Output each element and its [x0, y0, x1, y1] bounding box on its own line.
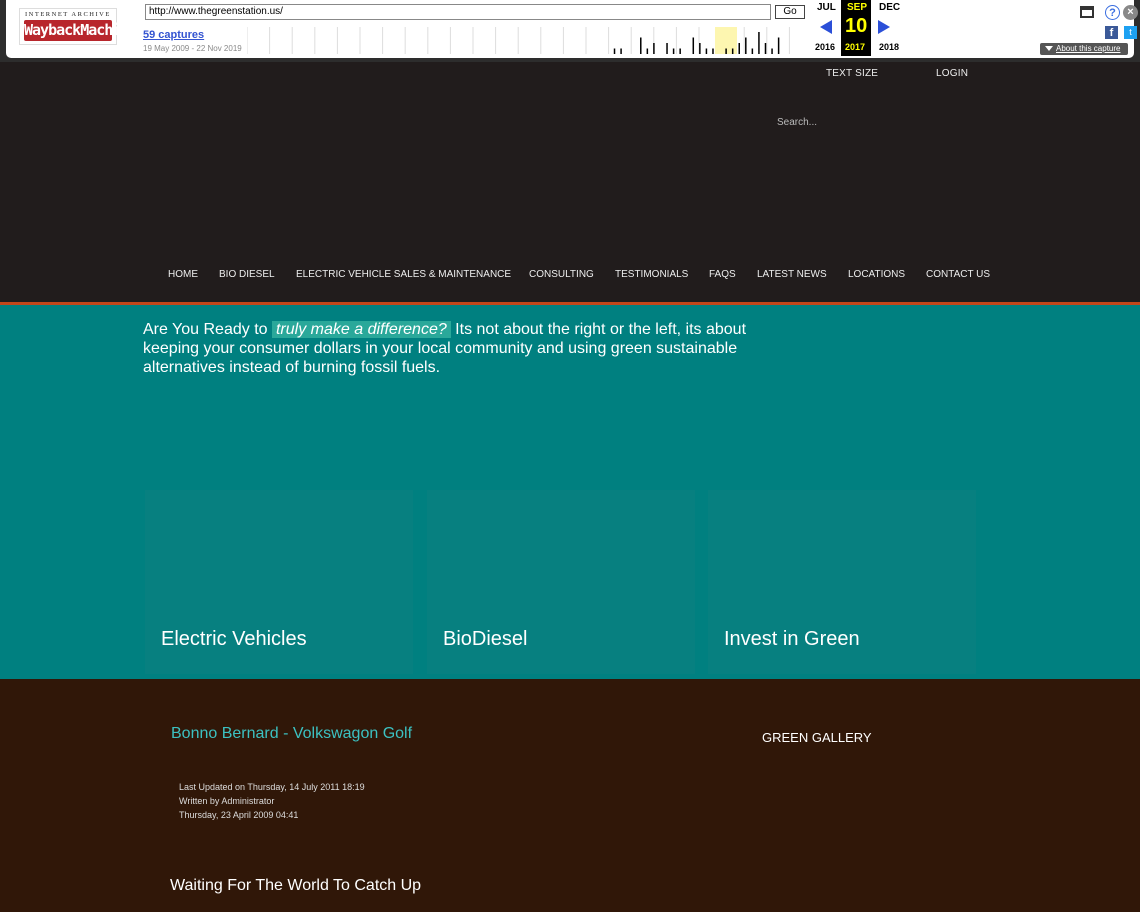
nav-item-testimonials[interactable]: TESTIMONIALS — [615, 269, 688, 280]
about-capture-button[interactable]: About this capture — [1040, 43, 1128, 55]
sparkline-bar — [672, 48, 675, 54]
hero-section: Are You Ready to truly make a difference… — [0, 305, 1140, 679]
sparkline-bar — [705, 48, 708, 54]
go-button[interactable]: Go — [775, 5, 805, 19]
nav-item-home[interactable]: HOME — [168, 269, 198, 280]
nav-item-latest-news[interactable]: LATEST NEWS — [757, 269, 827, 280]
panel-title: BioDiesel — [443, 628, 528, 650]
capture-sparkline[interactable] — [247, 27, 791, 54]
nav-item-bio-diesel[interactable]: BIO DIESEL — [219, 269, 275, 280]
sparkline-bar — [666, 43, 668, 54]
article-title-link[interactable]: Bonno Bernard - Volkswagon Golf — [171, 725, 412, 743]
wayback-logo[interactable]: INTERNET ARCHIVE WaybackMachine — [19, 8, 137, 45]
sparkline-bar — [613, 48, 616, 54]
sparkline-bar — [751, 48, 754, 54]
text-size-link[interactable]: TEXT SIZE — [826, 68, 878, 79]
url-input[interactable]: http://www.thegreenstation.us/ — [145, 4, 771, 20]
panel-invest-in-green[interactable]: Invest in Green — [708, 490, 976, 674]
nav-item-contact-us[interactable]: CONTACT US — [926, 269, 990, 280]
next-month-label[interactable]: DEC — [879, 2, 900, 13]
content-section: Bonno Bernard - Volkswagon Golf Last Upd… — [0, 679, 1140, 912]
current-day: 10 — [845, 15, 868, 37]
sparkline-bar — [699, 43, 701, 54]
green-gallery-heading: GREEN GALLERY — [762, 730, 872, 745]
intro-lead: Are You Ready to — [143, 321, 272, 338]
sparkline-bar — [620, 48, 622, 54]
last-updated-text: Last Updated on Thursday, 14 July 2011 1… — [179, 782, 365, 792]
sparkline-bar — [640, 37, 642, 54]
author-text: Written by Administrator — [179, 796, 275, 806]
nav-item-consulting[interactable]: CONSULTING — [529, 269, 594, 280]
nav-item-locations[interactable]: LOCATIONS — [848, 269, 905, 280]
month-navigator: JUL SEP DEC 10 2016 2017 2018 — [809, 0, 909, 56]
nav-item-ev-sales[interactable]: ELECTRIC VEHICLE SALES & MAINTENANCE — [296, 269, 511, 280]
sparkline-bar — [758, 32, 760, 54]
intro-text: Are You Ready to truly make a difference… — [143, 320, 763, 377]
current-month-label: SEP — [847, 2, 868, 13]
sparkline-bar — [764, 43, 767, 54]
dropdown-triangle-icon — [1045, 46, 1053, 51]
next-capture-arrow-icon[interactable] — [878, 20, 890, 34]
wayback-toolbar-panel: INTERNET ARCHIVE WaybackMachine http://w… — [6, 0, 1138, 58]
prev-year-label[interactable]: 2016 — [815, 42, 835, 52]
intro-highlight: truly make a difference? — [271, 321, 451, 338]
sparkline-bar — [777, 37, 780, 54]
article-date-text: Thursday, 23 April 2009 04:41 — [179, 810, 299, 820]
sparkline-bar — [653, 43, 655, 54]
current-year-label: 2017 — [845, 42, 866, 52]
sparkline-bar — [771, 48, 773, 54]
nav-item-faqs[interactable]: FAQS — [709, 269, 736, 280]
sparkline-bar — [646, 48, 649, 54]
search-input[interactable]: Search... — [770, 112, 950, 134]
sparkline-bar — [745, 37, 747, 54]
main-nav: HOME BIO DIESEL ELECTRIC VEHICLE SALES &… — [0, 266, 1140, 286]
facebook-icon[interactable]: f — [1105, 26, 1118, 39]
captures-link[interactable]: 59 captures — [143, 29, 204, 41]
wayback-toolbar: INTERNET ARCHIVE WaybackMachine http://w… — [0, 0, 1140, 62]
panel-title: Invest in Green — [724, 628, 860, 650]
panel-biodiesel[interactable]: BioDiesel — [427, 490, 695, 674]
capture-date-range: 19 May 2009 - 22 Nov 2019 — [143, 44, 242, 53]
sparkline-bar — [679, 48, 681, 54]
next-year-label[interactable]: 2018 — [879, 42, 899, 52]
panel-title: Electric Vehicles — [161, 628, 307, 650]
prev-month-label[interactable]: JUL — [817, 2, 836, 13]
window-icon[interactable] — [1080, 6, 1094, 18]
close-icon[interactable]: × — [1123, 5, 1138, 20]
logo-wayback-machine-text: WaybackMachine — [24, 20, 137, 41]
sparkline-bar — [725, 48, 727, 54]
logo-internet-archive-text: INTERNET ARCHIVE — [25, 11, 111, 18]
sparkline-bar — [712, 48, 714, 54]
login-link[interactable]: LOGIN — [936, 68, 968, 79]
sparkline-bar — [692, 37, 695, 54]
about-capture-label: About this capture — [1056, 44, 1121, 53]
help-icon[interactable]: ? — [1105, 5, 1120, 20]
panel-electric-vehicles[interactable]: Electric Vehicles — [145, 490, 413, 674]
sparkline-bar — [738, 43, 740, 54]
twitter-icon[interactable]: t — [1124, 26, 1137, 39]
article-heading: Waiting For The World To Catch Up — [170, 877, 422, 894]
sparkline-bar — [731, 48, 734, 54]
prev-capture-arrow-icon[interactable] — [820, 20, 832, 34]
